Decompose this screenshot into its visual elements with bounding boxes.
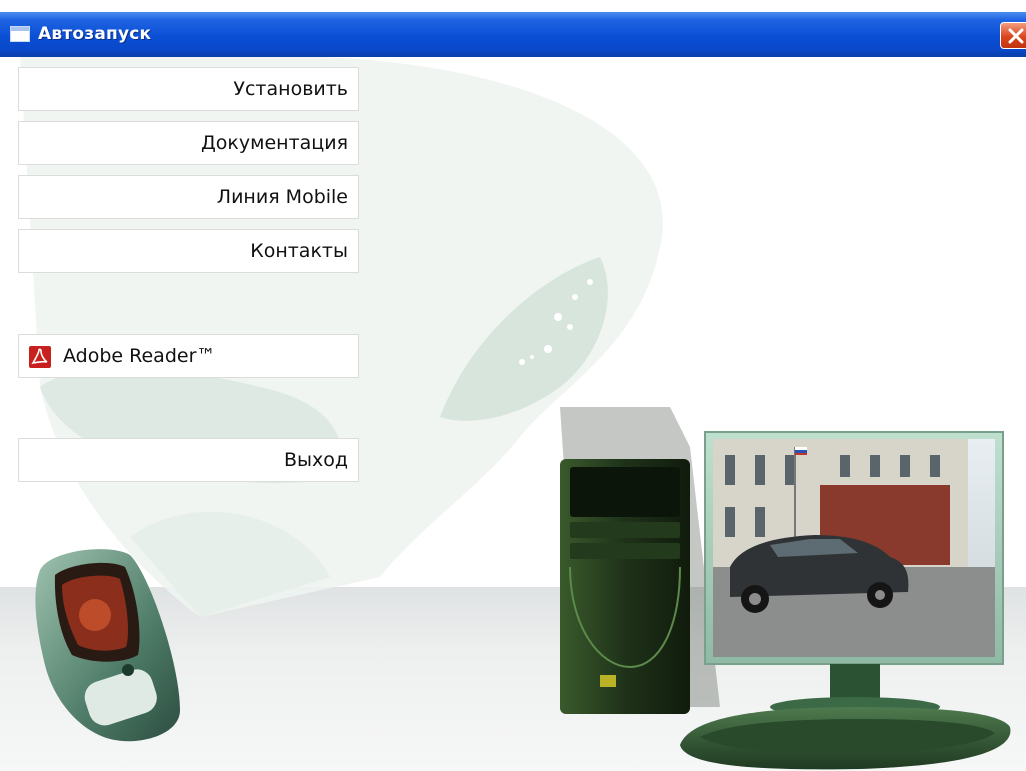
documentation-label: Документация <box>200 132 348 154</box>
mobile-line-label: Линия Mobile <box>216 186 348 208</box>
adobe-reader-icon <box>29 346 51 368</box>
window-title: Автозапуск <box>38 24 152 44</box>
install-button[interactable]: Установить <box>18 67 359 111</box>
mobile-line-button[interactable]: Линия Mobile <box>18 175 359 219</box>
documentation-button[interactable]: Документация <box>18 121 359 165</box>
close-x-icon <box>1008 28 1024 44</box>
exit-label: Выход <box>283 449 348 471</box>
adobe-reader-label: Adobe Reader™ <box>63 345 216 367</box>
computer-and-monitor-image <box>560 407 1011 770</box>
title-bar[interactable]: Автозапуск <box>0 12 1026 57</box>
contacts-button[interactable]: Контакты <box>18 229 359 273</box>
mobile-phone-image <box>35 549 180 742</box>
adobe-reader-button[interactable]: Adobe Reader™ <box>18 334 359 378</box>
app-window-icon <box>10 26 30 42</box>
autorun-window: Автозапуск Установить Документация Линия… <box>0 0 1026 771</box>
close-button[interactable] <box>1000 22 1026 49</box>
content-area: Установить Документация Линия Mobile Кон… <box>0 57 1026 771</box>
contacts-label: Контакты <box>250 240 348 262</box>
exit-button[interactable]: Выход <box>18 438 359 482</box>
install-label: Установить <box>233 78 348 100</box>
